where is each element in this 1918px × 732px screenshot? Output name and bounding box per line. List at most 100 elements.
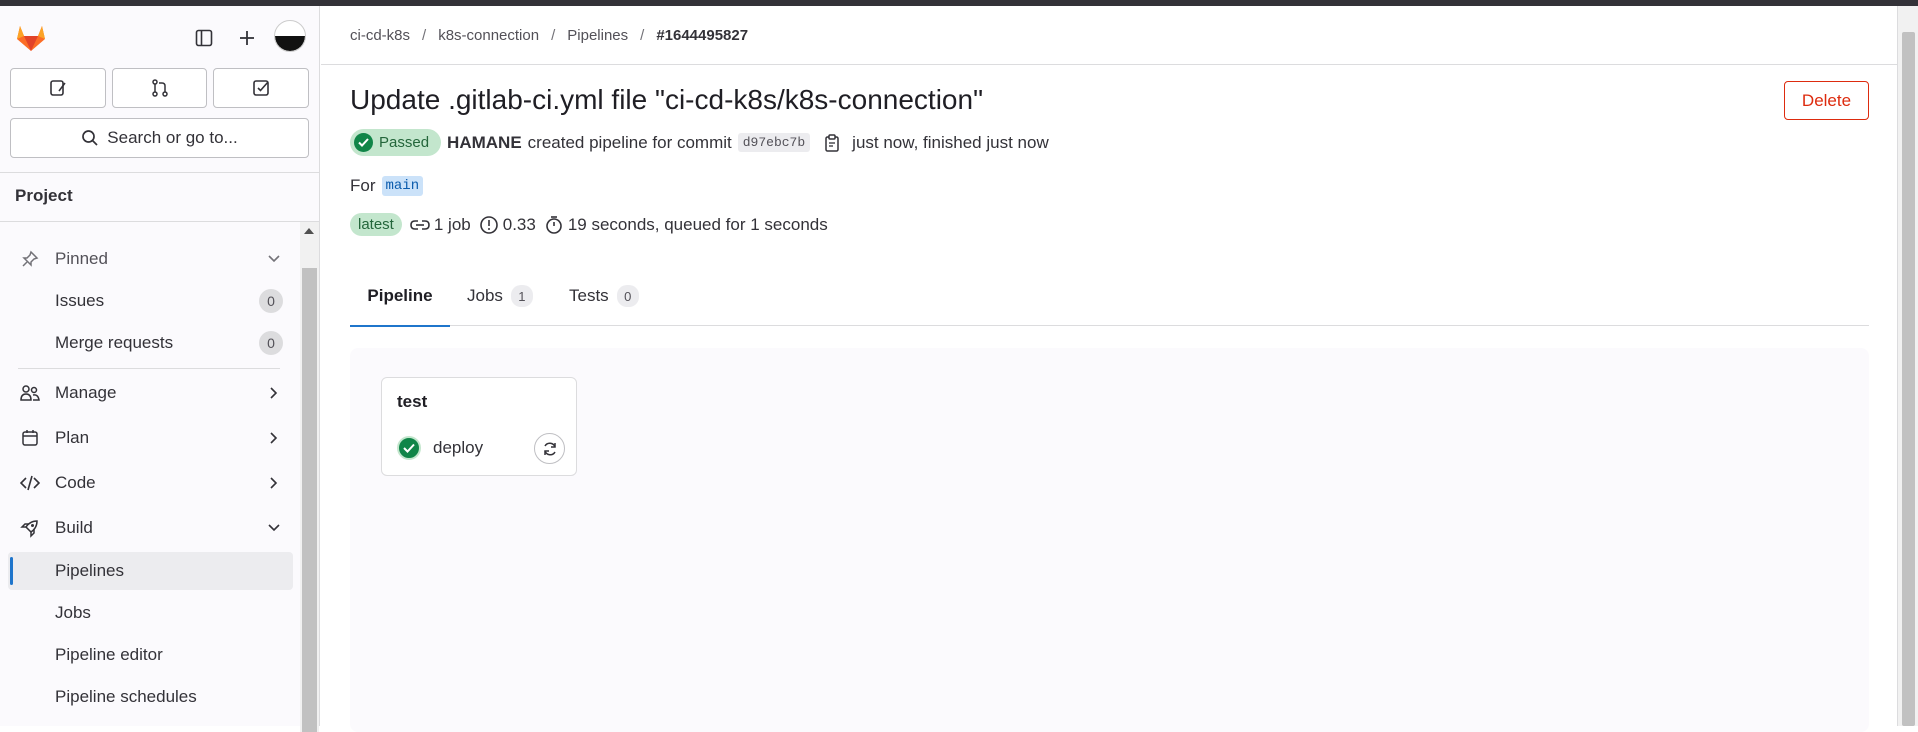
- search-icon: [82, 130, 98, 146]
- timer-icon: [544, 215, 564, 235]
- page-title: Update .gitlab-ci.yml file "ci-cd-k8s/k8…: [350, 84, 984, 115]
- copy-clipboard-icon[interactable]: [824, 133, 840, 152]
- user-avatar[interactable]: [274, 20, 306, 52]
- breadcrumb-separator: /: [640, 27, 645, 44]
- created-text: created pipeline for commit: [527, 132, 732, 152]
- commit-sha[interactable]: d97ebc7b: [737, 133, 811, 152]
- sidebar-item-label: Pipeline schedules: [55, 687, 197, 706]
- breadcrumb-item-pipelines[interactable]: Pipelines: [567, 27, 628, 44]
- pipeline-summary: Passed HAMANE created pipeline for commi…: [350, 129, 1049, 156]
- status-label: Passed: [379, 134, 430, 151]
- sidebar-item-pipeline-editor[interactable]: Pipeline editor: [8, 636, 293, 674]
- breadcrumb-item-project[interactable]: k8s-connection: [438, 27, 539, 44]
- tab-label: Jobs: [467, 286, 503, 305]
- chevron-right-icon: [267, 476, 281, 490]
- retry-job-button[interactable]: [534, 433, 565, 464]
- chevron-down-icon: [267, 521, 281, 535]
- for-label: For: [350, 176, 376, 195]
- merge-requests-shortcut-button[interactable]: [111, 68, 208, 108]
- job-status-success-icon: [397, 436, 421, 460]
- sidebar-item-pipelines[interactable]: Pipelines: [8, 552, 293, 590]
- page-scroll-thumb[interactable]: [1902, 32, 1915, 726]
- sidebar-item-issues[interactable]: Issues 0: [8, 282, 293, 320]
- sidebar-item-label: Plan: [55, 428, 90, 447]
- pipeline-score: 0.33: [479, 215, 536, 235]
- retry-icon: [543, 441, 556, 456]
- todo-icon: [253, 80, 269, 96]
- scroll-up-arrow-icon[interactable]: [304, 228, 314, 234]
- job-item[interactable]: deploy: [397, 432, 565, 464]
- sidebar-item-code[interactable]: Code: [8, 464, 293, 502]
- main-content: ci-cd-k8s / k8s-connection / Pipelines /…: [321, 6, 1897, 732]
- link-icon: [410, 218, 430, 232]
- sidebar-section-pinned[interactable]: Pinned: [8, 240, 293, 278]
- sidebar-header: [0, 6, 320, 62]
- status-badge[interactable]: Passed: [350, 129, 442, 156]
- ref-row: For main: [350, 176, 424, 196]
- search-button[interactable]: Search or go to...: [10, 118, 309, 158]
- sidebar-scroll-thumb[interactable]: [302, 268, 317, 732]
- merge-requests-count-badge: 0: [259, 331, 283, 355]
- issues-icon: [50, 80, 66, 96]
- sidebar-item-jobs[interactable]: Jobs: [8, 594, 293, 632]
- plus-icon[interactable]: [233, 24, 261, 52]
- latest-badge: latest: [350, 213, 402, 236]
- code-icon: [20, 473, 40, 493]
- breadcrumb-separator: /: [551, 27, 556, 44]
- pipeline-duration: 19 seconds, queued for 1 seconds: [544, 215, 828, 235]
- jobs-tab-count: 1: [510, 285, 533, 307]
- header-divider: [321, 64, 1897, 65]
- time-text: just now, finished just now: [852, 132, 1049, 152]
- quick-actions: [10, 68, 310, 108]
- sidebar-item-label: Code: [55, 473, 96, 492]
- tab-jobs[interactable]: Jobs 1: [467, 266, 533, 326]
- tab-pipeline[interactable]: Pipeline: [350, 266, 450, 327]
- merge-request-icon: [151, 79, 168, 97]
- search-label: Search or go to...: [107, 128, 238, 147]
- chevron-right-icon: [267, 386, 281, 400]
- breadcrumb-item-current[interactable]: #1644495827: [656, 27, 748, 44]
- branch-ref[interactable]: main: [381, 176, 424, 196]
- check-circle-icon: [354, 133, 373, 152]
- chevron-down-icon: [267, 252, 281, 266]
- delete-button[interactable]: Delete: [1784, 81, 1869, 120]
- pipeline-tabs: Pipeline Jobs 1 Tests 0: [350, 266, 1869, 327]
- pipeline-stats: latest 1 job 0.33 19 seconds, queued for…: [350, 213, 828, 236]
- tab-label: Pipeline: [367, 286, 433, 305]
- stage-title: test: [397, 392, 428, 411]
- sidebar-divider: [18, 368, 280, 369]
- todo-shortcut-button[interactable]: [213, 68, 310, 108]
- sidebar-item-plan[interactable]: Plan: [8, 419, 293, 457]
- gitlab-logo-icon[interactable]: [14, 20, 48, 52]
- tab-tests[interactable]: Tests 0: [569, 266, 639, 326]
- pipeline-graph: test deploy: [350, 348, 1869, 732]
- project-heading: Project: [0, 172, 319, 222]
- job-name: deploy: [433, 438, 484, 457]
- score-text: 0.33: [502, 214, 536, 234]
- collapse-sidebar-icon[interactable]: [190, 24, 218, 52]
- jobs-count: 1 job: [410, 215, 471, 235]
- sidebar-scrollbar[interactable]: [300, 222, 319, 732]
- jobs-count-text: 1 job: [433, 214, 471, 234]
- rocket-icon: [20, 518, 40, 538]
- page-scrollbar[interactable]: [1897, 6, 1918, 726]
- sidebar-item-label: Build: [55, 518, 93, 537]
- users-icon: [20, 383, 40, 403]
- sidebar-item-pipeline-schedules[interactable]: Pipeline schedules: [8, 678, 293, 716]
- breadcrumb-item-group[interactable]: ci-cd-k8s: [350, 27, 410, 44]
- calendar-icon: [20, 428, 40, 448]
- sidebar-item-manage[interactable]: Manage: [8, 374, 293, 412]
- sidebar-item-build[interactable]: Build: [8, 509, 293, 547]
- sidebar-item-label: Merge requests: [55, 333, 174, 352]
- duration-text: 19 seconds, queued for 1 seconds: [567, 214, 828, 234]
- stopwatch-icon: [479, 215, 499, 235]
- sidebar-item-label: Issues: [55, 291, 105, 310]
- author-name[interactable]: HAMANE: [447, 133, 522, 153]
- breadcrumb: ci-cd-k8s / k8s-connection / Pipelines /…: [350, 27, 748, 44]
- sidebar-item-merge-requests[interactable]: Merge requests 0: [8, 324, 293, 362]
- issues-shortcut-button[interactable]: [10, 68, 106, 108]
- stage-card: test deploy: [381, 377, 577, 476]
- sidebar-item-label: Pipelines: [55, 561, 124, 580]
- issues-count-badge: 0: [259, 289, 283, 313]
- sidebar-item-label: Manage: [55, 383, 117, 402]
